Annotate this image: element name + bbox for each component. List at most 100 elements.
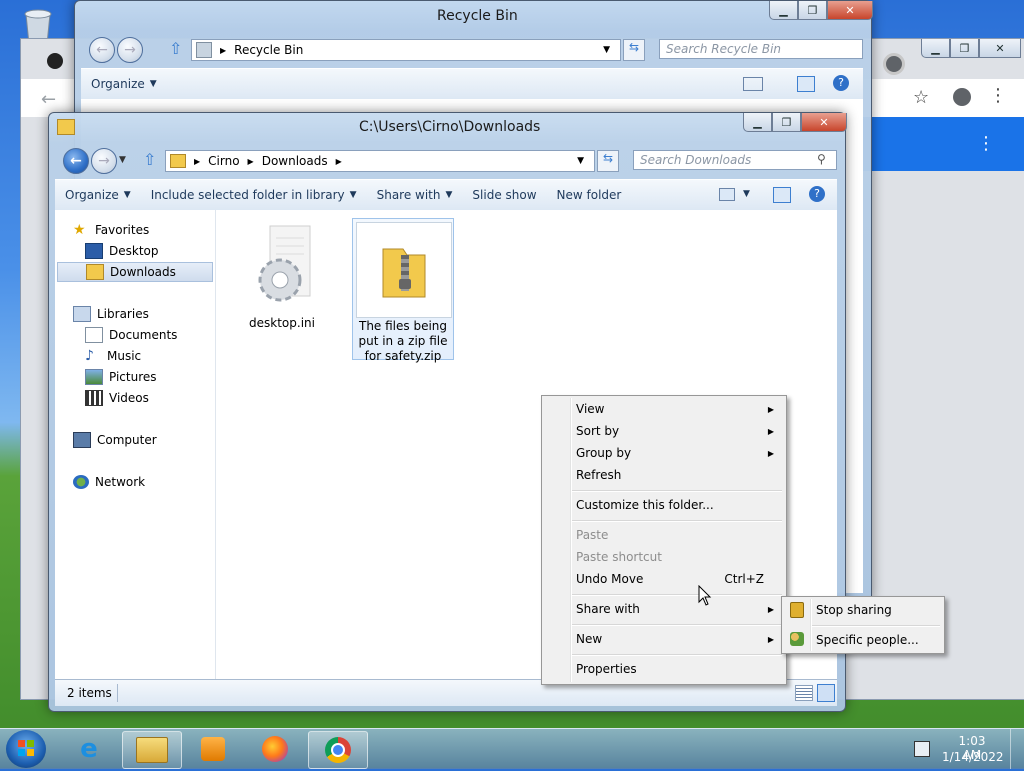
chrome-icon <box>325 737 351 763</box>
search-input[interactable]: Search Downloads <box>633 150 837 170</box>
breadcrumb-item-downloads[interactable]: Downloads <box>262 154 328 168</box>
menu-label: Sort by <box>576 424 620 438</box>
account-icon[interactable] <box>953 88 971 106</box>
nav-network[interactable]: Network <box>73 472 145 492</box>
chrome-menu-icon[interactable]: ⋮ <box>989 85 1007 106</box>
breadcrumb-item[interactable]: Recycle Bin <box>234 43 303 57</box>
breadcrumb-chevron-icon: ▶ <box>194 156 201 166</box>
bookmark-star-icon[interactable]: ☆ <box>913 87 929 108</box>
menu-item-properties[interactable]: Properties <box>544 658 784 680</box>
include-in-library-button[interactable]: Include selected folder in library ▼ <box>141 188 367 202</box>
taskbar-internet-explorer[interactable]: e <box>60 731 118 767</box>
large-icons-view-icon[interactable] <box>817 684 835 702</box>
back-button[interactable]: ← <box>63 148 89 174</box>
show-desktop-button[interactable] <box>1010 729 1024 769</box>
taskbar-chrome[interactable] <box>308 731 368 769</box>
back-icon[interactable]: ← <box>41 89 56 110</box>
clock-date[interactable]: 1/14/2022 <box>942 750 1004 764</box>
organize-button[interactable]: Organize ▼ <box>81 77 167 91</box>
address-bar[interactable]: ▶ Cirno ▶ Downloads ▶ ▼ <box>165 150 595 172</box>
nav-libraries[interactable]: Libraries <box>73 304 149 324</box>
view-options-icon[interactable] <box>743 77 763 91</box>
menu-label: Paste shortcut <box>576 550 662 564</box>
preview-pane-icon[interactable] <box>797 76 815 92</box>
command-bar: Organize ▼ Include selected folder in lib… <box>55 179 837 211</box>
menu-separator <box>812 625 940 627</box>
maximize-button[interactable]: ❐ <box>798 1 827 20</box>
menu-item-view[interactable]: View ▶ <box>544 398 784 420</box>
menu-item-refresh[interactable]: Refresh <box>544 464 784 486</box>
close-button[interactable]: ✕ <box>979 39 1021 58</box>
desktop-icon <box>85 243 103 259</box>
submenu-arrow-icon: ▶ <box>767 604 774 614</box>
start-button[interactable] <box>6 730 46 768</box>
view-chevron-down-icon[interactable]: ▼ <box>743 189 750 199</box>
refresh-icon[interactable]: ⇆ <box>623 39 645 61</box>
star-icon: ★ <box>73 222 86 238</box>
explorer-folder-icon <box>136 737 168 763</box>
refresh-icon[interactable]: ⇆ <box>597 150 619 172</box>
slide-show-button[interactable]: Slide show <box>462 188 546 202</box>
breadcrumb-item-cirno[interactable]: Cirno <box>208 154 239 168</box>
action-center-icon[interactable] <box>914 741 930 757</box>
taskbar: e 1:03 AM 1/14/2022 <box>0 728 1024 769</box>
recent-pages-chevron-icon[interactable]: ▼ <box>119 155 126 165</box>
close-button[interactable]: ✕ <box>801 113 847 132</box>
back-button[interactable]: ← <box>89 37 115 63</box>
file-item-selected[interactable]: The files being put in a zip file for sa… <box>352 218 454 363</box>
profile-badge-icon[interactable] <box>883 53 905 75</box>
menu-item-group-by[interactable]: Group by ▶ <box>544 442 784 464</box>
nav-computer[interactable]: Computer <box>73 430 157 450</box>
organize-button[interactable]: Organize ▼ <box>55 188 141 202</box>
github-icon[interactable] <box>47 53 63 69</box>
up-arrow-icon[interactable]: ⇧ <box>169 39 182 58</box>
nav-documents[interactable]: Documents <box>85 325 177 345</box>
minimize-button[interactable]: ▁ <box>769 1 798 20</box>
address-bar[interactable]: ▶ Recycle Bin ▼ <box>191 39 621 61</box>
new-folder-button[interactable]: New folder <box>547 188 632 202</box>
change-view-icon[interactable] <box>719 188 735 201</box>
nav-pictures[interactable]: Pictures <box>85 367 157 387</box>
nav-music[interactable]: ♪ Music <box>85 346 141 366</box>
nav-videos[interactable]: Videos <box>85 388 149 408</box>
nav-downloads[interactable]: Downloads <box>57 262 213 282</box>
taskbar-media-player[interactable] <box>184 731 242 767</box>
menu-item-stop-sharing[interactable]: Stop sharing <box>784 599 942 621</box>
forward-button[interactable]: → <box>117 37 143 63</box>
minimize-button[interactable]: ▁ <box>921 39 950 58</box>
maximize-button[interactable]: ❐ <box>772 113 801 132</box>
details-view-icon[interactable] <box>795 685 813 701</box>
maximize-button[interactable]: ❐ <box>950 39 979 58</box>
share-with-button[interactable]: Share with ▼ <box>367 188 463 202</box>
organize-label: Organize <box>91 77 145 91</box>
item-count: 2 items <box>67 686 112 700</box>
menu-item-specific-people[interactable]: Specific people... <box>784 629 942 651</box>
menu-item-customize-folder[interactable]: Customize this folder... <box>544 494 784 516</box>
help-icon[interactable]: ? <box>833 75 849 91</box>
forward-button[interactable]: → <box>91 148 117 174</box>
dropdown-chevron-icon[interactable]: ▼ <box>577 156 584 166</box>
dropdown-chevron-icon[interactable]: ▼ <box>603 45 610 55</box>
search-input[interactable]: Search Recycle Bin <box>659 39 863 59</box>
menu-item-undo-move[interactable]: Undo Move Ctrl+Z <box>544 568 784 590</box>
search-icon[interactable]: ⚲ <box>817 152 826 166</box>
close-button[interactable]: ✕ <box>827 1 873 20</box>
help-icon[interactable]: ? <box>809 186 825 202</box>
taskbar-firefox[interactable] <box>246 731 304 767</box>
menu-item-sort-by[interactable]: Sort by ▶ <box>544 420 784 442</box>
nav-favorites[interactable]: ★ Favorites <box>73 220 149 240</box>
nav-desktop[interactable]: Desktop <box>85 241 159 261</box>
minimize-button[interactable]: ▁ <box>743 113 772 132</box>
context-menu: View ▶ Sort by ▶ Group by ▶ Refresh Customi… <box>541 395 787 685</box>
folder-title-icon <box>57 119 75 135</box>
taskbar-windows-explorer[interactable] <box>122 731 182 769</box>
page-menu-icon[interactable]: ⋮ <box>977 133 995 154</box>
menu-item-new[interactable]: New ▶ <box>544 628 784 650</box>
menu-label: Refresh <box>576 468 622 482</box>
menu-item-share-with[interactable]: Share with ▶ <box>544 598 784 620</box>
chevron-down-icon: ▼ <box>349 190 357 200</box>
file-item[interactable]: desktop.ini <box>230 218 334 334</box>
up-arrow-icon[interactable]: ⇧ <box>143 150 156 169</box>
preview-pane-icon[interactable] <box>773 187 791 203</box>
folder-small-icon <box>170 154 186 168</box>
